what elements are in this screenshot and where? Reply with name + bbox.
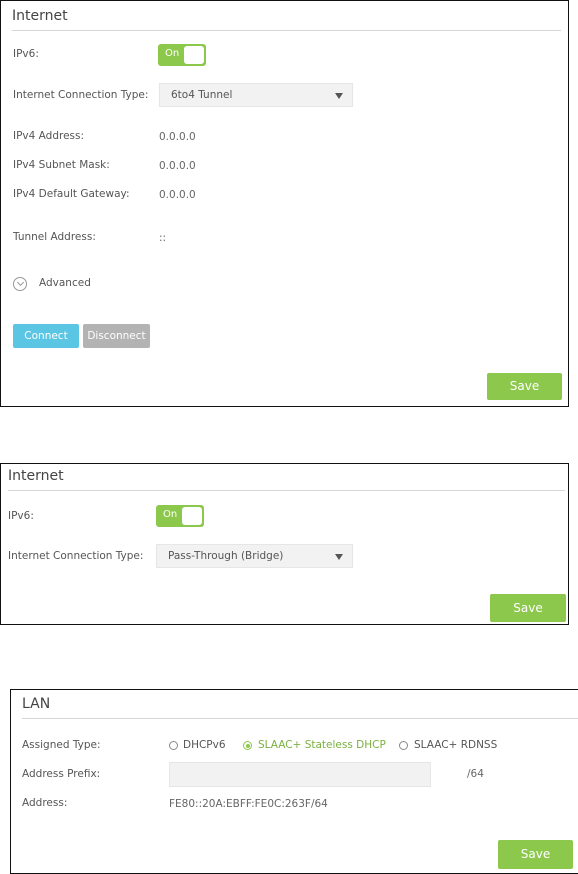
ipv6-label: IPv6:	[13, 48, 39, 60]
title-divider	[22, 718, 578, 719]
ipv6-toggle[interactable]: On	[156, 505, 204, 527]
toggle-knob	[184, 46, 204, 64]
address-value: FE80::20A:EBFF:FE0C:263F/64	[169, 798, 328, 810]
disconnect-button[interactable]: Disconnect	[83, 324, 150, 348]
chevron-down-icon	[335, 93, 343, 99]
panel-title: Internet	[12, 8, 68, 24]
advanced-toggle[interactable]: Advanced	[13, 276, 103, 294]
ipv4-mask-label: IPv4 Subnet Mask:	[13, 159, 110, 171]
internet-panel-6to4: Internet IPv6: On Internet Connection Ty…	[0, 0, 569, 407]
lan-panel: LAN Assigned Type: DHCPv6 SLAAC+ Statele…	[10, 689, 578, 874]
radio-option-dhcpv6[interactable]: DHCPv6	[169, 738, 239, 754]
address-prefix-suffix: /64	[467, 768, 484, 780]
panel-title: Internet	[8, 468, 64, 484]
connection-type-label: Internet Connection Type:	[8, 550, 144, 562]
address-prefix-input[interactable]	[169, 762, 431, 787]
connection-type-label: Internet Connection Type:	[13, 89, 149, 101]
ipv4-gateway-label: IPv4 Default Gateway:	[13, 188, 130, 200]
connection-type-select[interactable]: Pass-Through (Bridge)	[156, 544, 353, 568]
assigned-type-label: Assigned Type:	[22, 739, 101, 751]
ipv6-label: IPv6:	[8, 510, 34, 522]
ipv6-toggle[interactable]: On	[158, 44, 206, 66]
ipv4-mask-value: 0.0.0.0	[159, 160, 196, 172]
radio-label: DHCPv6	[183, 739, 226, 751]
save-button[interactable]: Save	[487, 373, 562, 400]
address-label: Address:	[22, 797, 68, 809]
radio-label: SLAAC+ Stateless DHCP	[258, 739, 386, 751]
connection-type-select[interactable]: 6to4 Tunnel	[159, 83, 353, 107]
save-button[interactable]: Save	[490, 594, 566, 622]
radio-option-slaac-rdnss[interactable]: SLAAC+ RDNSS	[399, 738, 509, 754]
advanced-label: Advanced	[39, 277, 91, 289]
connection-type-value: Pass-Through (Bridge)	[168, 550, 284, 562]
tunnel-address-label: Tunnel Address:	[13, 231, 96, 243]
ipv4-address-value: 0.0.0.0	[159, 131, 196, 143]
toggle-on-text: On	[163, 509, 178, 520]
radio-option-slaac-stateless-dhcp[interactable]: SLAAC+ Stateless DHCP	[243, 738, 393, 754]
radio-button-checked[interactable]	[243, 741, 252, 750]
radio-button[interactable]	[399, 741, 408, 750]
toggle-knob	[182, 507, 202, 525]
address-prefix-label: Address Prefix:	[22, 768, 101, 780]
ipv4-address-label: IPv4 Address:	[13, 130, 85, 142]
radio-button[interactable]	[169, 741, 178, 750]
ipv4-gateway-value: 0.0.0.0	[159, 189, 196, 201]
toggle-on-text: On	[165, 48, 180, 59]
chevron-circle-down-icon	[13, 277, 27, 291]
radio-label: SLAAC+ RDNSS	[414, 739, 498, 751]
internet-panel-bridge: Internet IPv6: On Internet Connection Ty…	[0, 463, 569, 625]
chevron-down-icon	[335, 554, 343, 560]
panel-title: LAN	[22, 696, 51, 712]
connect-button[interactable]: Connect	[13, 324, 79, 348]
tunnel-address-value: ::	[159, 232, 167, 244]
title-divider	[12, 30, 561, 31]
title-divider	[8, 490, 565, 491]
save-button[interactable]: Save	[498, 840, 573, 869]
connection-type-value: 6to4 Tunnel	[171, 89, 233, 101]
